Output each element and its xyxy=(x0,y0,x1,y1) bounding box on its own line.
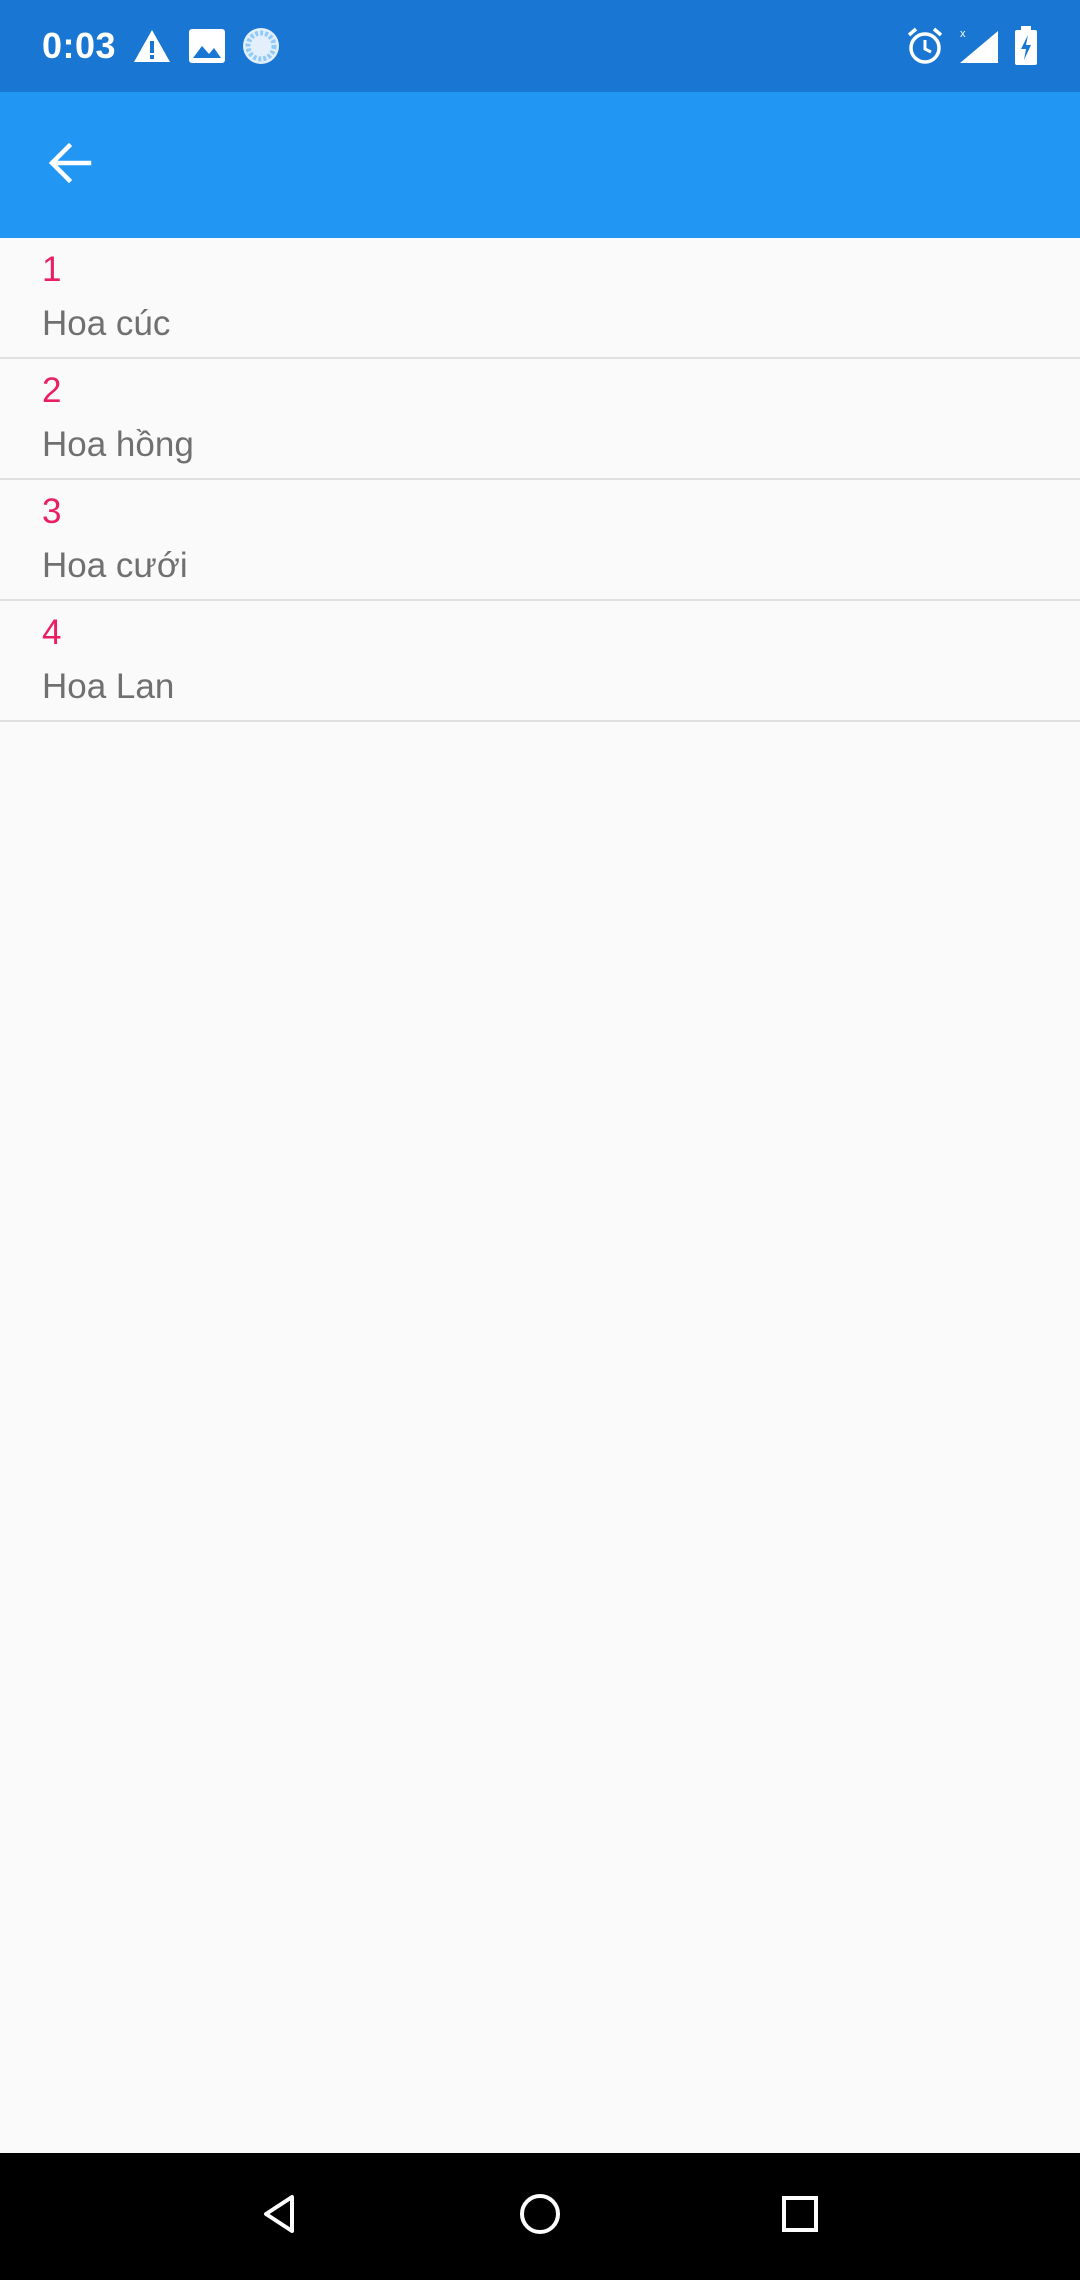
flower-list: 1 Hoa cúc 2 Hoa hồng 3 Hoa cưới 4 Hoa La… xyxy=(0,238,1080,722)
list-item[interactable]: 3 Hoa cưới xyxy=(0,480,1080,601)
nav-home-button[interactable] xyxy=(490,2167,590,2267)
item-number: 3 xyxy=(42,492,62,531)
alarm-icon xyxy=(906,27,944,65)
item-name: Hoa hồng xyxy=(42,425,194,464)
item-number: 4 xyxy=(42,613,62,652)
battery-charging-icon xyxy=(1014,26,1038,66)
item-number: 2 xyxy=(42,371,62,410)
image-icon xyxy=(188,28,226,64)
app-bar xyxy=(0,92,1080,238)
item-number: 1 xyxy=(42,250,62,289)
signal-icon: x xyxy=(958,27,1000,65)
arrow-back-icon xyxy=(47,140,93,191)
home-circle-icon xyxy=(518,2192,562,2241)
recents-square-icon xyxy=(780,2194,820,2239)
warning-icon xyxy=(132,28,172,64)
list-item[interactable]: 4 Hoa Lan xyxy=(0,601,1080,722)
status-time: 0:03 xyxy=(42,25,117,66)
item-name: Hoa cưới xyxy=(42,546,188,585)
back-button[interactable] xyxy=(0,92,140,238)
list-item[interactable]: 1 Hoa cúc xyxy=(0,238,1080,359)
nav-recents-button[interactable] xyxy=(750,2167,850,2267)
sync-icon xyxy=(242,27,280,65)
svg-text:x: x xyxy=(960,28,966,40)
navigation-bar xyxy=(0,2153,1080,2280)
status-right: x xyxy=(906,26,1038,66)
item-name: Hoa cúc xyxy=(42,304,171,343)
back-triangle-icon xyxy=(258,2192,302,2241)
nav-back-button[interactable] xyxy=(230,2167,330,2267)
list-item[interactable]: 2 Hoa hồng xyxy=(0,359,1080,480)
status-bar: 0:03 x xyxy=(0,0,1080,92)
item-name: Hoa Lan xyxy=(42,667,175,706)
status-left: 0:03 xyxy=(42,25,280,67)
